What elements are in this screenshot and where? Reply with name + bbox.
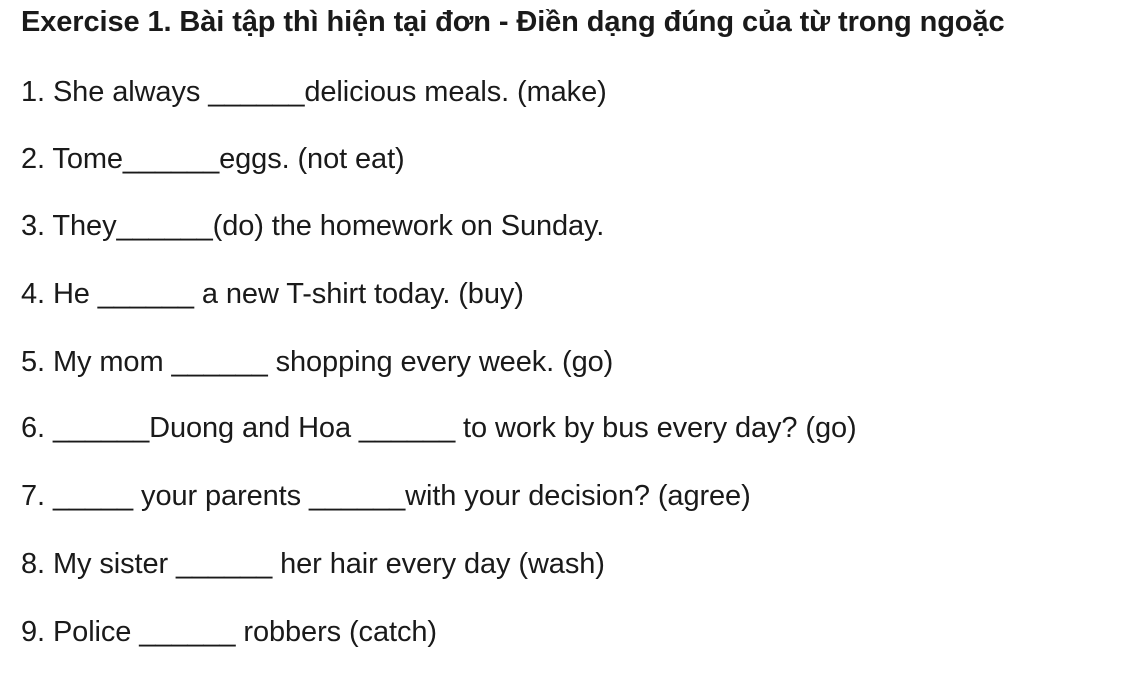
question-5: 5. My mom ______ shopping every week. (g…: [21, 346, 614, 378]
question-9: 9. Police ______ robbers (catch): [21, 616, 437, 648]
question-7: 7. _____ your parents ______with your de…: [21, 480, 751, 512]
question-2: 2. Tome______eggs. (not eat): [21, 143, 405, 175]
question-1: 1. She always ______delicious meals. (ma…: [21, 76, 607, 108]
question-8: 8. My sister ______ her hair every day (…: [21, 548, 605, 580]
exercise-title: Exercise 1. Bài tập thì hiện tại đơn - Đ…: [21, 6, 1005, 38]
worksheet-page: Exercise 1. Bài tập thì hiện tại đơn - Đ…: [0, 0, 1124, 678]
question-3: 3. They______(do) the homework on Sunday…: [21, 210, 605, 242]
question-6: 6. ______Duong and Hoa ______ to work by…: [21, 412, 857, 444]
question-4: 4. He ______ a new T-shirt today. (buy): [21, 278, 524, 310]
